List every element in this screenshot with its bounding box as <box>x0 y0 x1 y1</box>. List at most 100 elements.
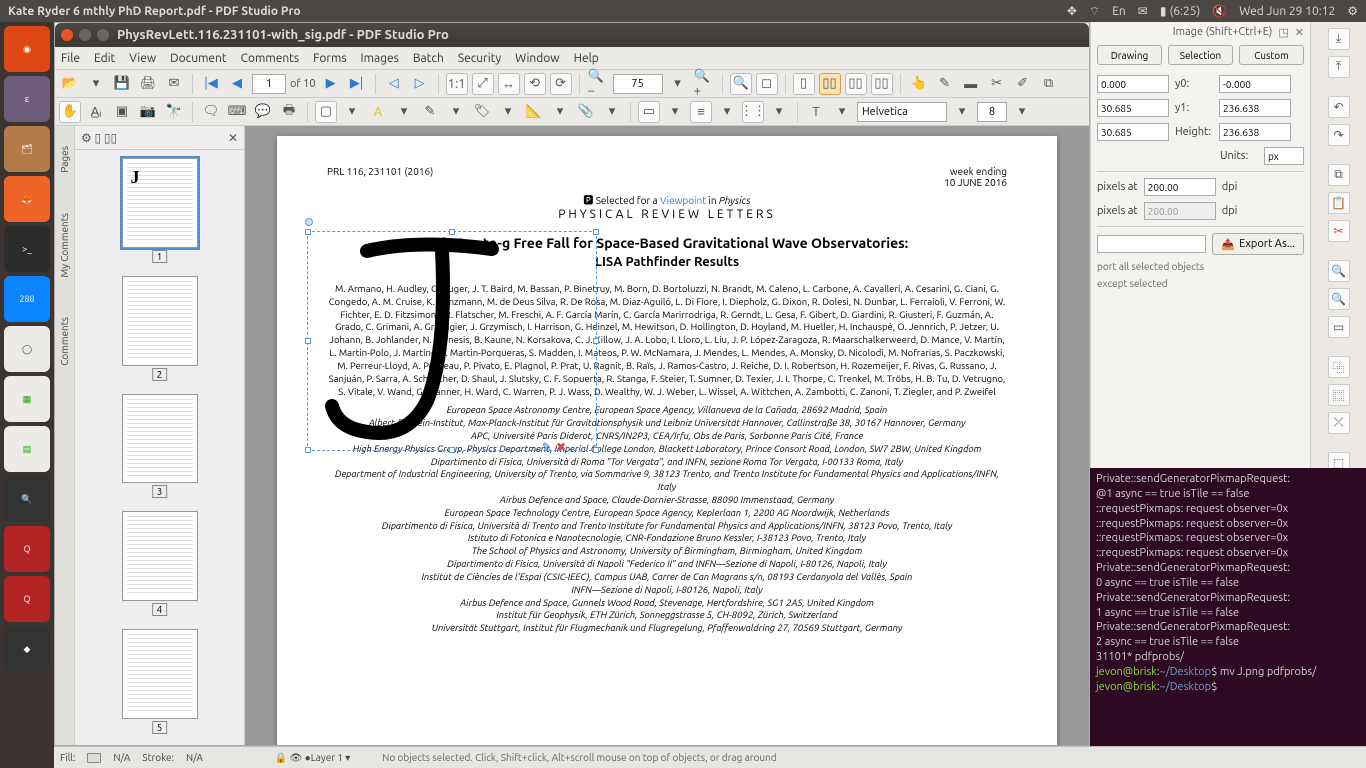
redo-icon[interactable]: ↷ <box>1328 124 1350 146</box>
dpi-input-1[interactable] <box>1144 178 1216 196</box>
launcher-terminal[interactable]: >_ <box>4 226 50 272</box>
form-rect-icon[interactable]: ▭ <box>638 101 660 123</box>
menu-images[interactable]: Images <box>361 52 399 65</box>
page-thumbnail[interactable]: 5 <box>122 629 198 719</box>
rotate-cw-icon[interactable]: ⟳ <box>550 73 572 95</box>
mail-icon[interactable]: ✉ <box>1138 4 1148 18</box>
zoom-dropdown-icon[interactable]: ▾ <box>667 73 689 95</box>
menu-comments[interactable]: Comments <box>241 52 299 65</box>
sticky-note-icon[interactable]: 🗨 <box>200 101 222 123</box>
align-left-icon[interactable]: ≡ <box>690 101 712 123</box>
y0-input[interactable] <box>1219 75 1291 93</box>
form-rect-dd-icon[interactable]: ▾ <box>664 101 686 123</box>
save-icon[interactable]: 💾 <box>111 73 133 95</box>
cut-icon[interactable]: ✂ <box>1328 220 1350 242</box>
zoom-in-icon[interactable]: 🔍+ <box>693 73 715 95</box>
facing-icon[interactable]: ▯▯ <box>845 73 867 95</box>
export-icon[interactable]: ⤒ <box>1328 56 1350 78</box>
hand-tool-icon[interactable]: ✋ <box>59 101 81 123</box>
touch-icon[interactable]: 👆 <box>908 73 930 95</box>
annot-delete-icon[interactable]: ✖ <box>556 440 566 454</box>
tab-comments[interactable]: Comments <box>59 317 70 366</box>
x0-input[interactable] <box>1097 75 1169 93</box>
height-input[interactable] <box>1219 123 1291 141</box>
highlight-icon[interactable]: A <box>367 101 389 123</box>
minimize-icon[interactable] <box>79 29 91 41</box>
continuous-icon[interactable]: ▯▯ <box>819 73 841 95</box>
unlink-icon[interactable]: ⤫ <box>1328 412 1350 434</box>
open-icon[interactable]: 📂 <box>59 73 81 95</box>
measure-icon[interactable]: 📐 <box>523 101 545 123</box>
tab-drawing[interactable]: Drawing <box>1097 45 1162 65</box>
launcher-firefox[interactable]: 🦊 <box>4 176 50 222</box>
undo-icon[interactable]: ↶ <box>1328 96 1350 118</box>
distribute-dd-icon[interactable]: ▾ <box>768 101 790 123</box>
search-icon[interactable]: 🔭 <box>163 101 185 123</box>
menu-view[interactable]: View <box>129 52 156 65</box>
menu-forms[interactable]: Forms <box>313 52 346 65</box>
clone-icon[interactable]: ⿴ <box>1328 384 1350 406</box>
text-style-icon[interactable]: T <box>805 101 827 123</box>
loupe-icon[interactable]: 🔍 <box>730 73 752 95</box>
annot-edit-icon[interactable]: ✎ <box>542 440 552 454</box>
dup-icon[interactable]: ⿻ <box>1328 356 1350 378</box>
camera-icon[interactable]: 📷 <box>137 101 159 123</box>
text-select-icon[interactable]: A̲ᵢ <box>85 101 107 123</box>
keyboard-lang[interactable]: En <box>1112 5 1126 18</box>
attach-icon[interactable]: 📎 <box>575 101 597 123</box>
menu-document[interactable]: Document <box>170 52 226 65</box>
pan-zoom-icon[interactable]: ◻ <box>756 73 778 95</box>
clock[interactable]: Wed Jun 29 10:12 <box>1239 5 1335 18</box>
menu-edit[interactable]: Edit <box>94 52 115 65</box>
redact-icon[interactable]: ▬ <box>960 73 982 95</box>
next-page-icon[interactable]: ▶ <box>320 73 342 95</box>
crop-icon[interactable]: ✂ <box>986 73 1008 95</box>
attach-dd-icon[interactable]: ▾ <box>601 101 623 123</box>
menu-file[interactable]: File <box>61 52 80 65</box>
text-style-dd-icon[interactable]: ▾ <box>831 101 853 123</box>
zoom-input[interactable] <box>613 74 663 94</box>
volume-icon[interactable]: 🔇 <box>1212 4 1227 18</box>
launcher-pdfstudio[interactable]: Q <box>4 526 50 572</box>
launcher-chrome[interactable]: ◯ <box>4 326 50 372</box>
units-select[interactable] <box>1264 147 1304 165</box>
layer-name[interactable]: Layer 1 <box>311 752 343 763</box>
zoom-draw-icon[interactable]: 🔍 <box>1328 288 1350 310</box>
stamp-dd-icon[interactable]: ▾ <box>497 101 519 123</box>
font-size-input[interactable] <box>977 102 1007 122</box>
facing-cont-icon[interactable]: ▯▯ <box>871 73 893 95</box>
single-page-icon[interactable]: ▯ <box>793 73 815 95</box>
page-thumbnail[interactable]: 1 <box>122 158 198 248</box>
fit-width-icon[interactable]: ↔ <box>498 73 520 95</box>
y1-input[interactable] <box>1219 99 1291 117</box>
launcher-thunderbird[interactable]: 288 <box>4 276 50 322</box>
fill-swatch[interactable] <box>87 753 101 763</box>
copy-icon[interactable]: ⧉ <box>1328 164 1350 186</box>
pdf-titlebar[interactable]: PhysRevLett.116.231101-with_sig.pdf - PD… <box>55 23 1089 47</box>
typewriter-icon[interactable]: ⌨ <box>226 101 248 123</box>
paste-icon[interactable]: 📋 <box>1328 192 1350 214</box>
launcher-inkscape[interactable]: ◆ <box>4 626 50 672</box>
gear-icon[interactable]: ⚙ <box>1347 4 1358 18</box>
launcher-libreoffice-calc[interactable]: ▦ <box>4 376 50 422</box>
tab-pages[interactable]: Pages <box>59 146 70 173</box>
font-name-input[interactable] <box>857 102 947 122</box>
highlight-dd-icon[interactable]: ▾ <box>393 101 415 123</box>
launcher-viewer[interactable]: 🔍 <box>4 476 50 522</box>
page-thumbnail[interactable]: 4 <box>122 511 198 601</box>
thumb-close-icon[interactable]: ✕ <box>228 131 238 145</box>
dropbox-icon[interactable]: ✥ <box>1067 4 1077 18</box>
rect-annot-icon[interactable]: ▢ <box>315 101 337 123</box>
zoom-out-icon[interactable]: 🔍− <box>587 73 609 95</box>
menu-security[interactable]: Security <box>458 52 501 65</box>
font-dd-icon[interactable]: ▾ <box>951 101 973 123</box>
rotate-ccw-icon[interactable]: ⟲ <box>524 73 546 95</box>
actual-size-icon[interactable]: 1:1 <box>446 73 468 95</box>
launcher-pdfstudio-2[interactable]: Q <box>4 576 50 622</box>
battery-icon[interactable]: ▮(6:25) <box>1160 4 1200 18</box>
measure-dd-icon[interactable]: ▾ <box>549 101 571 123</box>
align-dd-icon[interactable]: ▾ <box>716 101 738 123</box>
menu-window[interactable]: Window <box>515 52 559 65</box>
panel-close-icon[interactable]: ✕ <box>1295 26 1304 39</box>
rotate-handle-icon[interactable] <box>305 218 313 226</box>
